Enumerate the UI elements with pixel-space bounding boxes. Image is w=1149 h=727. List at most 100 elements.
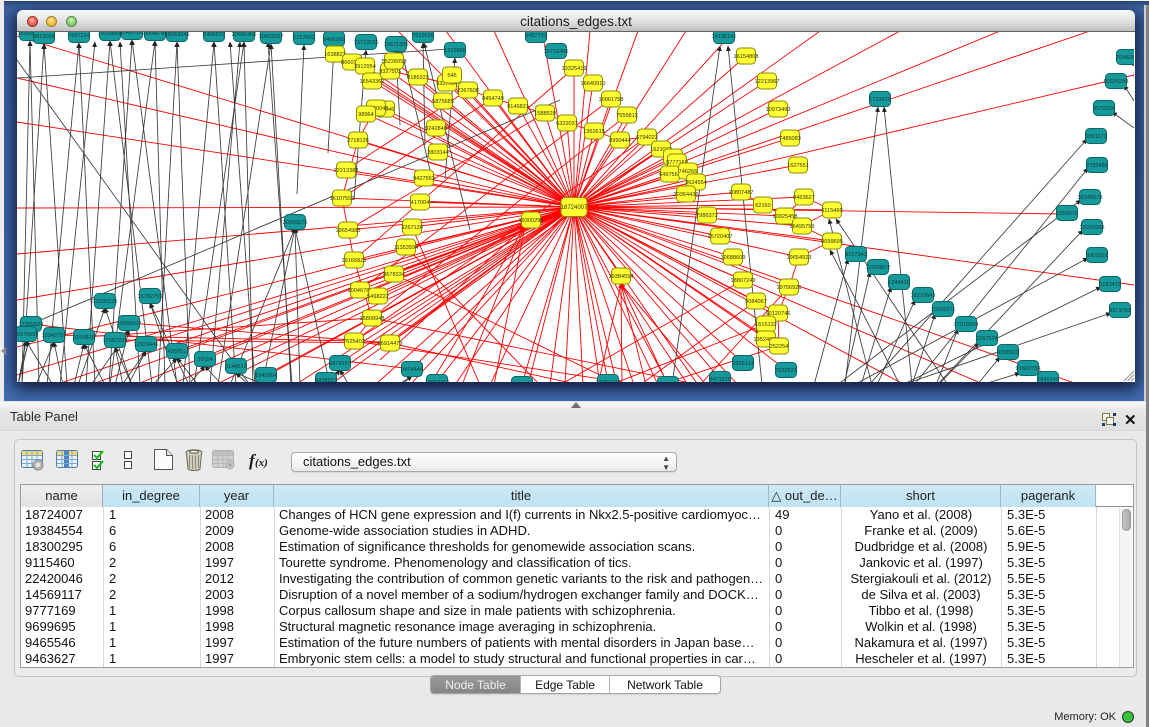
svg-text:10688609: 10688609 (721, 255, 746, 261)
svg-text:546: 546 (447, 73, 456, 79)
svg-text:9115460: 9115460 (821, 208, 842, 214)
svg-text:6497568: 6497568 (659, 172, 681, 178)
svg-text:16210643: 16210643 (911, 293, 936, 299)
svg-text:9699695: 9699695 (821, 239, 843, 245)
svg-text:9427552: 9427552 (413, 176, 435, 182)
svg-text:10653267: 10653267 (259, 34, 284, 40)
svg-text:11353594: 11353594 (394, 245, 418, 251)
svg-text:12342757: 12342757 (42, 333, 67, 339)
svg-text:16914479: 16914479 (378, 341, 403, 347)
svg-text:62160: 62160 (755, 203, 771, 209)
svg-text:5875685: 5875685 (432, 99, 454, 105)
svg-text:7515536: 7515536 (412, 33, 434, 39)
svg-text:435051: 435051 (168, 349, 187, 355)
svg-text:6466160: 6466160 (323, 37, 345, 43)
svg-text:3624554: 3624554 (685, 180, 707, 186)
svg-text:55226053: 55226053 (382, 59, 407, 65)
svg-text:9463627: 9463627 (793, 195, 815, 201)
svg-text:1327602: 1327602 (293, 35, 315, 41)
svg-text:9973763: 9973763 (1109, 308, 1131, 314)
svg-text:9301031: 9301031 (1086, 253, 1108, 259)
svg-text:2367608: 2367608 (457, 88, 479, 94)
svg-text:20975657: 20975657 (17, 332, 38, 338)
svg-text:98964: 98964 (358, 112, 374, 118)
svg-text:15716485: 15716485 (544, 49, 569, 55)
svg-text:3267130: 3267130 (401, 225, 423, 231)
svg-text:9338923: 9338923 (997, 350, 1019, 356)
svg-text:1144519: 1144519 (225, 364, 246, 370)
svg-text:10973493: 10973493 (766, 107, 791, 113)
svg-text:2718126: 2718126 (347, 138, 369, 144)
svg-text:5498222: 5498222 (367, 294, 389, 300)
svg-text:14136141: 14136141 (712, 34, 737, 40)
svg-text:10958107: 10958107 (117, 321, 142, 327)
svg-text:9570154: 9570154 (1093, 106, 1115, 112)
svg-text:16543362: 16543362 (360, 79, 385, 85)
svg-text:18807249: 18807249 (731, 278, 756, 284)
svg-text:9242848: 9242848 (425, 126, 447, 132)
svg-text:1733426: 1733426 (869, 97, 891, 103)
svg-text:16782759: 16782759 (138, 294, 163, 300)
svg-text:7857224: 7857224 (68, 33, 90, 39)
svg-text:19166825: 19166825 (342, 258, 367, 264)
svg-text:16640910: 16640910 (581, 81, 606, 87)
svg-text:7048281: 7048281 (1116, 55, 1134, 61)
svg-text:1656670: 1656670 (1056, 211, 1078, 217)
svg-text:1167534: 1167534 (976, 336, 997, 342)
svg-text:20206576: 20206576 (283, 220, 308, 226)
svg-text:1615132: 1615132 (755, 322, 777, 328)
svg-text:15692971: 15692971 (931, 307, 956, 313)
svg-text:17016504: 17016504 (954, 322, 979, 328)
svg-text:5183473: 5183473 (1099, 282, 1121, 288)
svg-text:2405572: 2405572 (203, 32, 225, 38)
svg-text:13325419: 13325419 (562, 66, 587, 72)
svg-text:9227343: 9227343 (845, 252, 867, 258)
svg-text:7625402: 7625402 (343, 339, 365, 345)
svg-text:12213383: 12213383 (334, 168, 359, 174)
svg-text:8454749: 8454749 (482, 96, 504, 102)
svg-text:1244415: 1244415 (888, 280, 910, 286)
svg-text:17957225: 17957225 (103, 338, 128, 344)
svg-text:16154808: 16154808 (734, 54, 759, 60)
svg-text:1627551: 1627551 (787, 163, 809, 169)
svg-text:10719155: 10719155 (354, 40, 379, 46)
svg-text:20364436: 20364436 (674, 192, 699, 198)
svg-text:0391171: 0391171 (1085, 134, 1106, 140)
svg-text:6879197: 6879197 (329, 361, 351, 367)
svg-text:1588520: 1588520 (534, 111, 556, 117)
svg-text:7485083: 7485083 (779, 136, 801, 142)
svg-text:19300295: 19300295 (519, 218, 544, 224)
svg-text:91669784: 91669784 (1016, 366, 1041, 372)
svg-text:18724007: 18724007 (561, 205, 588, 211)
svg-text:(x): (x) (255, 457, 268, 469)
svg-text:12093872: 12093872 (866, 265, 891, 271)
svg-text:8471626: 8471626 (709, 377, 731, 382)
svg-text:7986372: 7986372 (696, 213, 718, 219)
svg-text:20487652: 20487652 (120, 32, 145, 36)
svg-text:6322037: 6322037 (556, 121, 578, 127)
svg-text:8678334: 8678334 (383, 272, 405, 278)
svg-text:19654923: 19654923 (787, 255, 812, 261)
svg-text:9327503: 9327503 (379, 69, 401, 75)
svg-text:16495759: 16495759 (790, 224, 815, 230)
svg-text:8938923: 8938923 (315, 378, 337, 382)
svg-text:19654985: 19654985 (336, 228, 361, 234)
svg-text:9457791: 9457791 (525, 33, 547, 39)
svg-text:19756926: 19756926 (777, 285, 802, 291)
svg-text:38346578: 38346578 (1078, 195, 1103, 201)
svg-text:8186323: 8186323 (407, 75, 429, 81)
svg-text:252254: 252254 (770, 344, 789, 350)
svg-text:12505135: 12505135 (93, 299, 118, 305)
svg-text:15809948: 15809948 (360, 316, 385, 322)
svg-text:9474444: 9474444 (401, 367, 423, 373)
svg-text:8990444: 8990444 (609, 138, 631, 144)
svg-text:7555812: 7555812 (616, 113, 638, 119)
svg-text:417004: 417004 (411, 200, 430, 206)
svg-text:2782489: 2782489 (1086, 163, 1108, 169)
svg-text:7632621: 7632621 (775, 368, 797, 374)
svg-text:15720407: 15720407 (708, 234, 733, 240)
svg-text:16107552: 16107552 (330, 196, 355, 202)
svg-text:6794023: 6794023 (636, 135, 658, 141)
svg-text:20691406: 20691406 (232, 32, 257, 38)
svg-text:1362615: 1362615 (583, 129, 605, 135)
